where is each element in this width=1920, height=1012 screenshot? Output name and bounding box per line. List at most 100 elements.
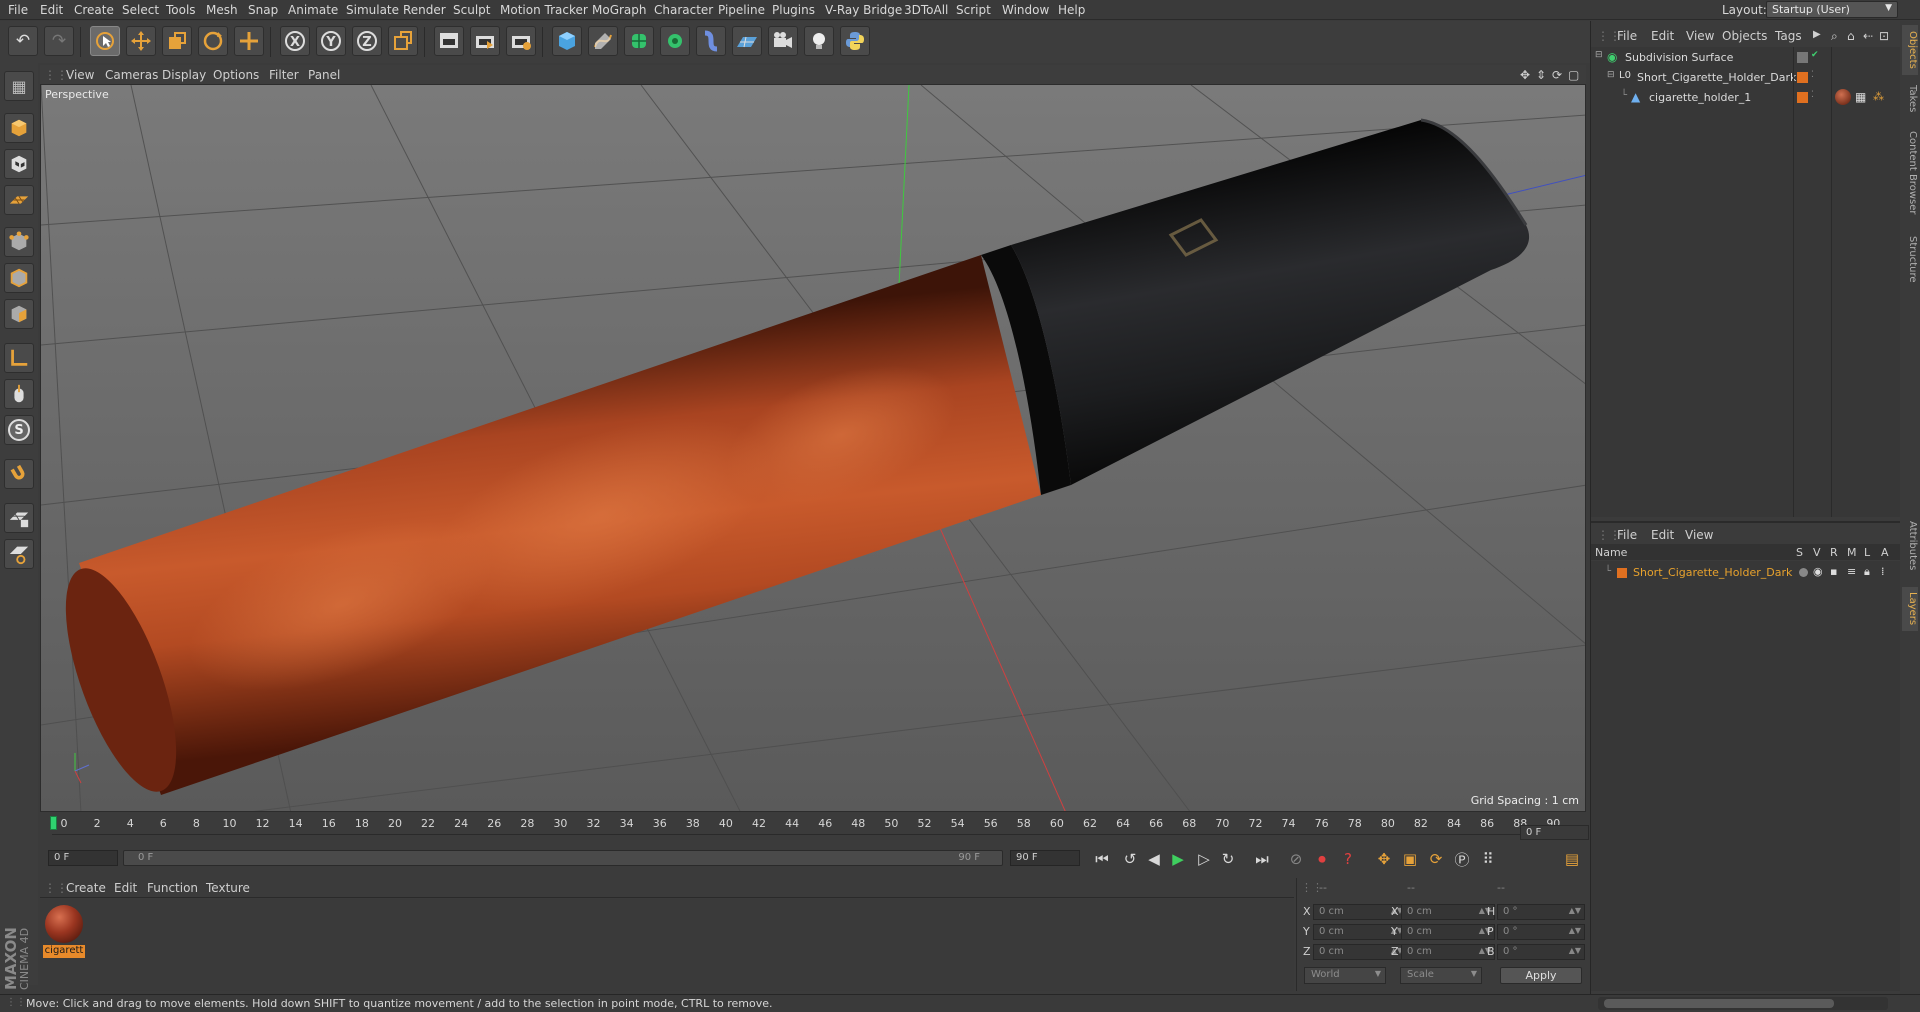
object-menu-tags[interactable]: Tags	[1775, 29, 1802, 43]
manager-toggle-icon[interactable]: ≡	[1847, 565, 1856, 578]
menu-character[interactable]: Character	[654, 3, 713, 17]
layer-menu-view[interactable]: View	[1685, 528, 1713, 542]
solo-icon[interactable]: S	[4, 415, 34, 445]
make-editable-icon[interactable]: ▦	[4, 71, 34, 101]
current-frame-field[interactable]: 0 F	[1520, 825, 1589, 840]
layer-row[interactable]: └ Short_Cigarette_Holder_Dark ◉ ▪ ≡ 🔒︎ ⁞	[1591, 565, 1901, 581]
menu-animate[interactable]: Animate	[288, 3, 338, 17]
menu-script[interactable]: Script	[956, 3, 991, 17]
viewport-menu-filter[interactable]: Filter	[269, 68, 299, 82]
tab-content-browser[interactable]: Content Browser	[1902, 123, 1918, 223]
object-menu-view[interactable]: View	[1686, 29, 1714, 43]
size-y-field[interactable]: 0 cm ▲▼	[1401, 924, 1495, 940]
timeline-ruler[interactable]: 0 2 4 6 8 10 12 14 16 18 20 22 24 26 28 30 32 34 36 38 40 42 4…	[40, 813, 1586, 837]
tab-attributes[interactable]: Attributes	[1902, 511, 1918, 581]
lock-icon[interactable]: 🔒︎	[1864, 565, 1870, 579]
tab-layers[interactable]: Layers	[1902, 587, 1918, 631]
size-z-field[interactable]: 0 cm ▲▼	[1401, 944, 1495, 960]
cube-icon[interactable]	[552, 26, 582, 56]
render-toggle-icon[interactable]: ▪	[1830, 565, 1837, 578]
last-tool-icon[interactable]	[234, 26, 264, 56]
menu-select[interactable]: Select	[122, 3, 159, 17]
phong-tag-icon[interactable]: ⁂	[1873, 90, 1884, 103]
layer-menu-edit[interactable]: Edit	[1651, 528, 1674, 542]
visibility-dots-icon[interactable]: ⁚	[1811, 70, 1814, 80]
object-row[interactable]: ⊟ L0 Short_Cigarette_Holder_Dark ⁚	[1591, 69, 1901, 87]
tab-objects[interactable]: Objects	[1902, 25, 1918, 75]
record-icon[interactable]: ⊘	[1284, 848, 1308, 870]
apply-button[interactable]: Apply	[1500, 967, 1582, 984]
timeline-icon[interactable]: ▤	[1560, 848, 1584, 870]
edges-mode-icon[interactable]	[4, 263, 34, 293]
object-row[interactable]: └ ▲ cigarette_holder_1 ⁚ ▦ ⁂	[1591, 89, 1901, 107]
menu-mograph[interactable]: MoGraph	[592, 3, 647, 17]
stepper-icon[interactable]: ▲▼	[1569, 946, 1581, 955]
3d-viewport[interactable]: Perspective Grid Spacing : 1 cm	[40, 84, 1586, 812]
menu-window[interactable]: Window	[1002, 3, 1049, 17]
menu-snap[interactable]: Snap	[248, 3, 278, 17]
back-icon[interactable]: ⇠	[1863, 29, 1873, 43]
layer-menu-file[interactable]: File	[1617, 528, 1637, 542]
object-menu-objects[interactable]: Objects	[1722, 29, 1767, 43]
move-view-icon[interactable]: ✥	[1520, 68, 1530, 82]
animation-toggle-icon[interactable]: ⁞	[1881, 565, 1885, 578]
collapse-icon[interactable]: ⊟	[1607, 70, 1615, 80]
zoom-view-icon[interactable]: ⇕	[1536, 68, 1546, 82]
coordinate-system-icon[interactable]	[388, 26, 418, 56]
polygons-mode-icon[interactable]	[4, 299, 34, 329]
snap-icon[interactable]	[4, 459, 34, 489]
python-icon[interactable]	[840, 26, 870, 56]
tab-structure[interactable]: Structure	[1902, 229, 1918, 289]
texture-mode-icon[interactable]	[4, 149, 34, 179]
rotate-view-icon[interactable]: ⟳	[1552, 68, 1562, 82]
points-mode-icon[interactable]	[4, 227, 34, 257]
axis-mode-icon[interactable]	[4, 343, 34, 373]
pen-spline-icon[interactable]	[588, 26, 618, 56]
viewport-menu-display[interactable]: Display	[162, 68, 206, 82]
rotate-icon[interactable]	[198, 26, 228, 56]
pla-key-icon[interactable]: ⠿	[1476, 848, 1500, 870]
material-swatch[interactable]: cigarett	[43, 903, 85, 958]
material-menu-create[interactable]: Create	[66, 881, 106, 895]
layer-color-swatch[interactable]	[1617, 568, 1627, 578]
visibility-dots-icon[interactable]: ⁚	[1811, 90, 1814, 100]
layer-color-icon[interactable]	[1797, 72, 1808, 83]
menu-create[interactable]: Create	[74, 3, 114, 17]
move-key-icon[interactable]: ✥	[1372, 848, 1396, 870]
camera-icon[interactable]	[768, 26, 798, 56]
size-x-field[interactable]: 0 cm ▲▼	[1401, 904, 1495, 920]
frame-ruler[interactable]: 0 2 4 6 8 10 12 14 16 18 20 22 24 26 28 30 32 34 36 38 40 42 4…	[52, 813, 1582, 835]
scale-key-icon[interactable]: ▣	[1398, 848, 1422, 870]
viewport-menu-options[interactable]: Options	[213, 68, 259, 82]
render-view-icon[interactable]	[434, 26, 464, 56]
stepper-icon[interactable]: ▲▼	[1569, 926, 1581, 935]
menu-edit[interactable]: Edit	[40, 3, 63, 17]
horizontal-scrollbar[interactable]	[1598, 997, 1888, 1010]
viewport-menu-cameras[interactable]: Cameras	[105, 68, 158, 82]
rot-b-field[interactable]: 0 ° ▲▼	[1497, 944, 1585, 960]
move-icon[interactable]	[126, 26, 156, 56]
object-row[interactable]: ⊟ ◉ Subdivision Surface ✔	[1591, 49, 1901, 67]
scale-icon[interactable]	[162, 26, 192, 56]
live-selection-icon[interactable]	[90, 26, 120, 56]
solo-toggle-icon[interactable]	[1799, 568, 1808, 577]
next-frame-icon[interactable]: ▷	[1192, 848, 1216, 870]
menu-simulate[interactable]: Simulate	[346, 3, 399, 17]
locked-workplane-icon[interactable]	[4, 539, 34, 569]
eye-icon[interactable]: ◉	[1813, 565, 1823, 578]
more-arrow-icon[interactable]: ▶	[1813, 29, 1821, 40]
material-menu-edit[interactable]: Edit	[114, 881, 137, 895]
layer-icon[interactable]	[1797, 52, 1808, 63]
next-key-icon[interactable]: ↻	[1216, 848, 1240, 870]
model-mode-icon[interactable]	[4, 113, 34, 143]
viewport-menu-view[interactable]: View	[66, 68, 94, 82]
workplane-icon[interactable]	[4, 185, 34, 215]
menu-tools[interactable]: Tools	[166, 3, 196, 17]
workplane-lock-icon[interactable]	[4, 503, 34, 533]
size-mode-dropdown[interactable]: Scale ▼	[1400, 967, 1482, 984]
tweak-mode-icon[interactable]	[4, 379, 34, 409]
menu-plugins[interactable]: Plugins	[772, 3, 815, 17]
render-picture-viewer-icon[interactable]	[470, 26, 500, 56]
search-icon[interactable]: ⌕	[1831, 29, 1838, 44]
rot-h-field[interactable]: 0 ° ▲▼	[1497, 904, 1585, 920]
